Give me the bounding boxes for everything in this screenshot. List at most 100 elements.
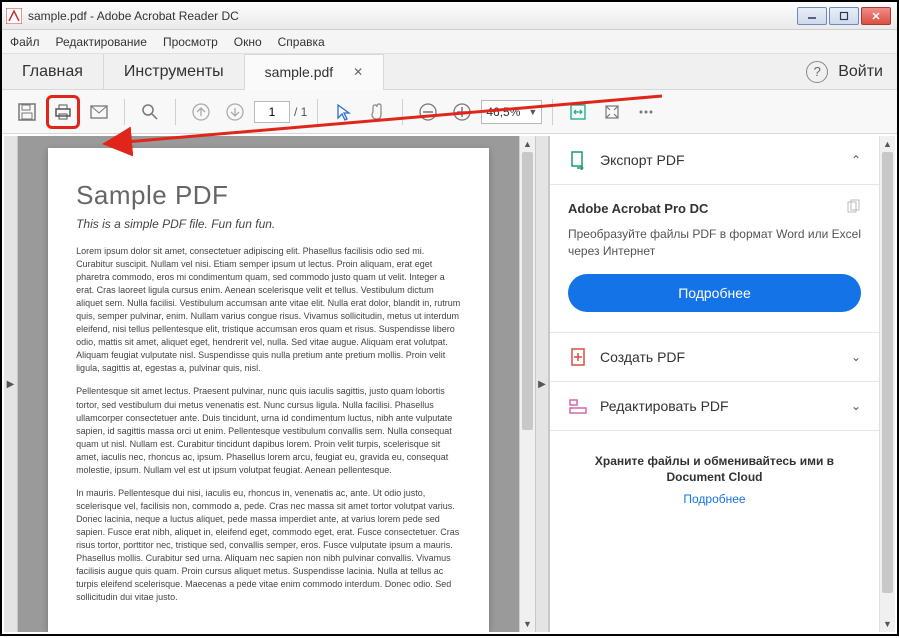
fit-page-button[interactable] bbox=[597, 97, 627, 127]
arrow-down-circle-icon bbox=[225, 102, 245, 122]
page-total-label: / 1 bbox=[294, 105, 307, 119]
copy-icon[interactable] bbox=[845, 199, 861, 218]
create-pdf-icon bbox=[568, 347, 588, 367]
more-tools-button[interactable] bbox=[631, 97, 661, 127]
export-pdf-body: Adobe Acrobat Pro DC Преобразуйте файлы … bbox=[550, 185, 879, 333]
maximize-button[interactable] bbox=[829, 7, 859, 25]
triangle-right-icon: ▶ bbox=[7, 379, 15, 390]
zoom-dropdown[interactable]: 46,5% ▼ bbox=[481, 100, 542, 124]
scroll-up-button[interactable]: ▲ bbox=[880, 136, 895, 152]
email-button[interactable] bbox=[84, 97, 114, 127]
tabstrip: Главная Инструменты sample.pdf ✕ ? Войти bbox=[2, 54, 897, 90]
chevron-down-icon: ⌄ bbox=[851, 399, 861, 413]
page-subtitle: This is a simple PDF file. Fun fun fun. bbox=[76, 217, 461, 231]
scroll-thumb[interactable] bbox=[882, 152, 893, 593]
cloud-footer-link[interactable]: Подробнее bbox=[572, 492, 857, 506]
help-button[interactable]: ? bbox=[806, 61, 828, 83]
window-title: sample.pdf - Adobe Acrobat Reader DC bbox=[28, 9, 797, 23]
zoom-out-button[interactable] bbox=[413, 97, 443, 127]
create-pdf-row[interactable]: Создать PDF ⌄ bbox=[550, 333, 879, 382]
menu-window[interactable]: Окно bbox=[234, 35, 262, 49]
scroll-track[interactable] bbox=[880, 152, 895, 616]
close-button[interactable] bbox=[861, 7, 891, 25]
chevron-down-icon: ▼ bbox=[528, 107, 537, 117]
fit-width-button[interactable] bbox=[563, 97, 593, 127]
pan-tool-button[interactable] bbox=[362, 97, 392, 127]
tab-home-label: Главная bbox=[22, 63, 83, 81]
menu-view[interactable]: Просмотр bbox=[163, 35, 218, 49]
tab-tools-label: Инструменты bbox=[124, 63, 224, 81]
chevron-down-icon: ⌄ bbox=[851, 350, 861, 364]
search-button[interactable] bbox=[135, 97, 165, 127]
save-button[interactable] bbox=[12, 97, 42, 127]
envelope-icon bbox=[89, 102, 109, 122]
main-area: ▶ Sample PDF This is a simple PDF file. … bbox=[4, 136, 895, 632]
tab-tools[interactable]: Инструменты bbox=[104, 54, 245, 89]
page-paragraph: In mauris. Pellentesque dui nisi, iaculi… bbox=[76, 487, 461, 604]
zoom-value: 46,5% bbox=[486, 105, 526, 119]
minimize-button[interactable] bbox=[797, 7, 827, 25]
cloud-footer: Храните файлы и обменивайтесь ими в Docu… bbox=[550, 431, 879, 529]
scroll-down-button[interactable]: ▼ bbox=[520, 616, 535, 632]
acrobat-app-icon bbox=[6, 8, 22, 24]
tools-panel: Экспорт PDF ⌃ Adobe Acrobat Pro DC Преоб… bbox=[550, 136, 895, 632]
signin-button[interactable]: Войти bbox=[838, 63, 883, 81]
menu-help[interactable]: Справка bbox=[278, 35, 325, 49]
edit-pdf-row[interactable]: Редактировать PDF ⌄ bbox=[550, 382, 879, 431]
minus-circle-icon bbox=[418, 102, 438, 122]
menubar: Файл Редактирование Просмотр Окно Справк… bbox=[2, 30, 897, 54]
edit-pdf-icon bbox=[568, 396, 588, 416]
page-number-input[interactable] bbox=[254, 101, 290, 123]
titlebar: sample.pdf - Adobe Acrobat Reader DC bbox=[2, 2, 897, 30]
tab-close-icon[interactable]: ✕ bbox=[353, 65, 363, 79]
scroll-thumb[interactable] bbox=[522, 152, 533, 430]
rpanel-toggle[interactable]: ▶ bbox=[535, 136, 549, 632]
document-vertical-scrollbar[interactable]: ▲ ▼ bbox=[519, 136, 535, 632]
export-learn-more-button[interactable]: Подробнее bbox=[568, 274, 861, 312]
page-number-box: / 1 bbox=[254, 101, 307, 123]
page-up-button[interactable] bbox=[186, 97, 216, 127]
chevron-up-icon: ⌃ bbox=[851, 153, 861, 167]
arrow-up-circle-icon bbox=[191, 102, 211, 122]
tab-document[interactable]: sample.pdf ✕ bbox=[245, 54, 385, 89]
fit-width-icon bbox=[568, 102, 588, 122]
page-paragraph: Lorem ipsum dolor sit amet, consectetuer… bbox=[76, 245, 461, 375]
document-viewport[interactable]: Sample PDF This is a simple PDF file. Fu… bbox=[18, 136, 519, 632]
document-page: Sample PDF This is a simple PDF file. Fu… bbox=[48, 148, 489, 632]
scroll-up-button[interactable]: ▲ bbox=[520, 136, 535, 152]
toolbar: / 1 46,5% ▼ bbox=[2, 90, 897, 134]
ellipsis-icon bbox=[636, 102, 656, 122]
tab-home[interactable]: Главная bbox=[2, 54, 104, 89]
page-heading: Sample PDF bbox=[76, 180, 461, 211]
print-button[interactable] bbox=[51, 98, 75, 126]
triangle-right-icon: ▶ bbox=[538, 379, 546, 390]
left-rail-toggle[interactable]: ▶ bbox=[4, 136, 18, 632]
page-paragraph: Pellentesque sit amet lectus. Praesent p… bbox=[76, 385, 461, 476]
edit-pdf-label: Редактировать PDF bbox=[600, 398, 729, 414]
export-pdf-desc: Преобразуйте файлы PDF в формат Word или… bbox=[568, 226, 861, 260]
create-pdf-label: Создать PDF bbox=[600, 349, 685, 365]
cursor-icon bbox=[333, 102, 353, 122]
print-button-highlight bbox=[46, 95, 80, 129]
hand-icon bbox=[367, 102, 387, 122]
rpanel-vertical-scrollbar[interactable]: ▲ ▼ bbox=[879, 136, 895, 632]
scroll-track[interactable] bbox=[520, 152, 535, 616]
select-tool-button[interactable] bbox=[328, 97, 358, 127]
menu-file[interactable]: Файл bbox=[10, 35, 40, 49]
zoom-in-button[interactable] bbox=[447, 97, 477, 127]
printer-icon bbox=[53, 102, 73, 122]
fit-page-icon bbox=[602, 102, 622, 122]
tab-document-label: sample.pdf bbox=[265, 64, 333, 80]
cloud-footer-text: Храните файлы и обменивайтесь ими в Docu… bbox=[572, 453, 857, 487]
floppy-icon bbox=[17, 102, 37, 122]
export-pdf-title: Adobe Acrobat Pro DC bbox=[568, 201, 708, 216]
page-down-button[interactable] bbox=[220, 97, 250, 127]
export-pdf-label: Экспорт PDF bbox=[600, 152, 685, 168]
export-pdf-row[interactable]: Экспорт PDF ⌃ bbox=[550, 136, 879, 185]
scroll-down-button[interactable]: ▼ bbox=[880, 616, 895, 632]
magnifier-icon bbox=[140, 102, 160, 122]
menu-edit[interactable]: Редактирование bbox=[56, 35, 147, 49]
plus-circle-icon bbox=[452, 102, 472, 122]
document-pane: ▶ Sample PDF This is a simple PDF file. … bbox=[4, 136, 550, 632]
export-pdf-icon bbox=[568, 150, 588, 170]
